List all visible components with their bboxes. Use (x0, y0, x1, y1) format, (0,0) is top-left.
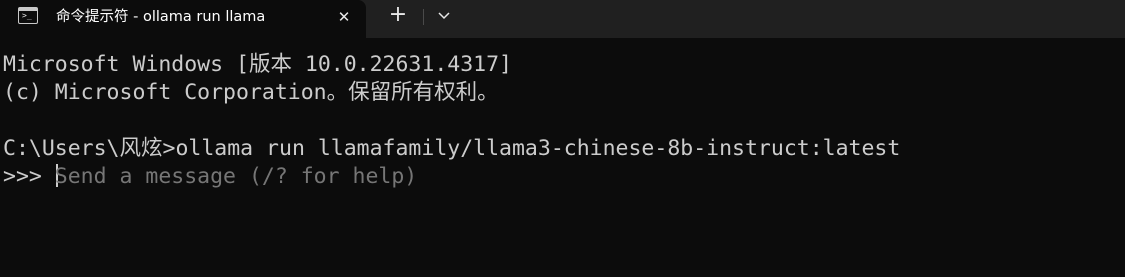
tab-title-fade (290, 4, 330, 30)
terminal-output[interactable]: Microsoft Windows [版本 10.0.22631.4317] (… (0, 38, 1125, 277)
terminal-window: >_ 命令提示符 - ollama run llama ✕ + Microsof… (0, 0, 1125, 277)
message-input-placeholder[interactable]: Send a message (/? for help) (55, 164, 417, 189)
terminal-input-line[interactable]: >>> Send a message (/? for help) (3, 163, 417, 191)
input-prompt: >>> (3, 164, 55, 189)
new-tab-button[interactable]: + (384, 3, 412, 29)
tab-bar: >_ 命令提示符 - ollama run llama ✕ + (0, 0, 1125, 38)
terminal-line-command: C:\Users\风炫>ollama run llamafamily/llama… (3, 136, 901, 161)
tab-title: 命令提示符 - ollama run llama (56, 9, 266, 25)
tab-dropdown-button[interactable] (431, 3, 457, 29)
tab-command-prompt[interactable]: >_ 命令提示符 - ollama run llama ✕ (0, 0, 366, 38)
terminal-line-copyright: (c) Microsoft Corporation。保留所有权利。 (3, 80, 499, 105)
tab-close-button[interactable]: ✕ (334, 7, 354, 27)
terminal-line-version: Microsoft Windows [版本 10.0.22631.4317] (3, 52, 512, 77)
chevron-down-icon (438, 12, 450, 20)
terminal-icon: >_ (18, 7, 38, 24)
tabbar-divider (423, 9, 424, 25)
terminal-icon-glyph: >_ (22, 11, 32, 20)
